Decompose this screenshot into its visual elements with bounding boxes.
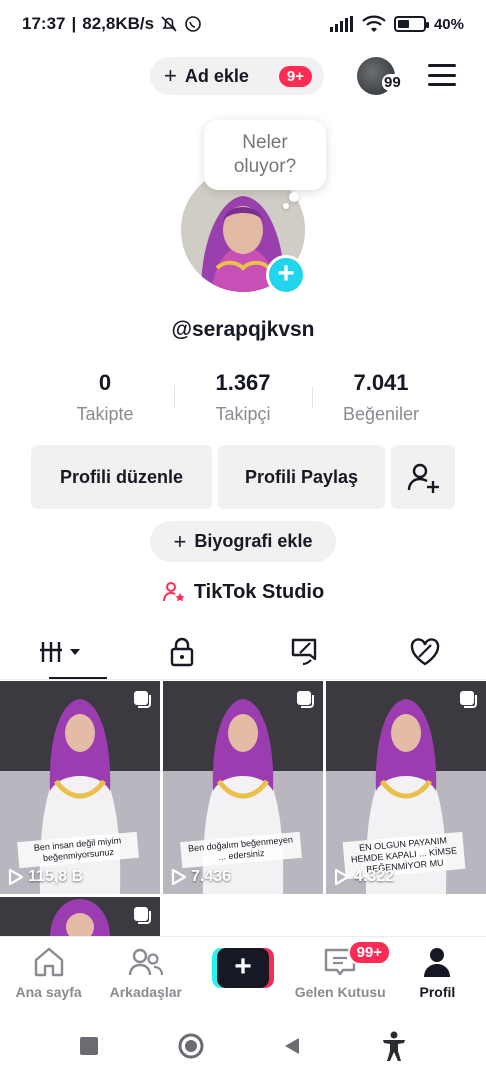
- username: @serapqjkvsn: [171, 318, 315, 341]
- home-icon: [34, 947, 63, 977]
- lock-icon: [171, 637, 194, 666]
- whatsapp-icon: [185, 16, 201, 32]
- system-nav-bar: [0, 1012, 486, 1080]
- add-bio-label: Biyografi ekle: [194, 531, 313, 551]
- video-tile[interactable]: Ben doğalım beğenmeyen ... edersiniz 7.4…: [163, 681, 323, 894]
- video-view-count: 4.322: [334, 868, 394, 886]
- bubble-tail-dot: [289, 192, 299, 202]
- tab-reposts[interactable]: [243, 624, 365, 679]
- battery-icon: [393, 16, 429, 32]
- play-icon: [334, 868, 350, 886]
- repost-icon: [291, 638, 316, 665]
- stat-likes-label: Beğeniler: [342, 404, 420, 424]
- plus-icon: +: [173, 528, 187, 554]
- wifi-icon: [362, 15, 386, 32]
- status-bar: 17:37 | 82,8KB/s 40%: [0, 0, 486, 48]
- accessibility-icon[interactable]: [380, 1030, 408, 1062]
- status-bubble-text: Neler oluyor?: [233, 132, 297, 177]
- liked-heart-icon: [411, 637, 440, 665]
- studio-user-star-icon: [162, 582, 185, 602]
- play-icon: [8, 868, 24, 886]
- tiktok-studio-link[interactable]: TikTok Studio: [0, 580, 486, 604]
- status-right: 40%: [329, 15, 464, 33]
- nav-inbox[interactable]: 99+ Gelen Kutusu: [292, 937, 392, 1012]
- stat-followers-label: Takipçi: [215, 404, 271, 424]
- add-avatar-plus-icon[interactable]: +: [266, 255, 306, 295]
- photo-mode-icon: [297, 691, 314, 708]
- play-icon: [171, 868, 187, 886]
- photo-mode-icon: [134, 691, 151, 708]
- nav-create[interactable]: +: [194, 937, 291, 1012]
- stat-followers[interactable]: 1.367 Takipçi: [174, 370, 312, 430]
- nav-profile[interactable]: Profil: [389, 937, 486, 1012]
- video-views: 115,8 B: [28, 868, 84, 885]
- photo-mode-icon: [134, 907, 151, 924]
- video-views: 4.322: [354, 868, 395, 885]
- account-switch-count: 99: [382, 74, 403, 91]
- video-tile[interactable]: EN OLGUN PAYANIM HEMDE KAPALI ... KİMSE …: [326, 681, 486, 894]
- mute-icon: [161, 16, 177, 32]
- back-icon[interactable]: [281, 1035, 303, 1057]
- stat-likes-value: 7.041: [353, 370, 409, 395]
- status-bubble[interactable]: Neler oluyor?: [204, 120, 326, 190]
- video-tile[interactable]: [0, 897, 160, 937]
- status-separator: |: [71, 14, 77, 33]
- share-profile-button[interactable]: Profili Paylaş: [218, 445, 385, 509]
- stat-following[interactable]: 0 Takipte: [36, 370, 174, 430]
- video-views: 7.436: [191, 868, 232, 885]
- add-friends-button[interactable]: [391, 445, 455, 509]
- tab-liked[interactable]: [365, 624, 486, 679]
- status-time: 17:37: [22, 14, 66, 33]
- add-user-icon: [407, 463, 439, 493]
- status-network-speed: 82,8KB/s: [82, 14, 155, 33]
- status-left: 17:37 | 82,8KB/s: [22, 14, 202, 34]
- tab-videos[interactable]: [0, 624, 122, 679]
- nav-friends[interactable]: Arkadaşlar: [97, 937, 194, 1012]
- stat-followers-value: 1.367: [215, 370, 271, 395]
- video-tile[interactable]: Ben insan değil miyim beğenmiyorsunuz 11…: [0, 681, 160, 894]
- home-circle-icon[interactable]: [177, 1032, 205, 1060]
- nav-home[interactable]: Ana sayfa: [0, 937, 97, 1012]
- friends-icon: [128, 948, 163, 976]
- photo-mode-icon: [460, 691, 477, 708]
- create-button[interactable]: +: [212, 948, 274, 988]
- nav-inbox-label: Gelen Kutusu: [294, 984, 386, 1000]
- menu-icon[interactable]: [428, 64, 456, 86]
- plus-icon: +: [164, 63, 177, 88]
- tab-private[interactable]: [122, 624, 244, 679]
- battery-percent: 40%: [433, 15, 464, 33]
- bottom-nav: Ana sayfa Arkadaşlar + 99+ Gelen Kutusu …: [0, 936, 486, 1012]
- nav-profile-label: Profil: [419, 984, 456, 1000]
- stat-likes[interactable]: 7.041 Beğeniler: [312, 370, 450, 430]
- bubble-tail-dot-small: [283, 203, 289, 209]
- inbox-badge: 99+: [347, 940, 392, 965]
- nav-home-label: Ana sayfa: [15, 984, 82, 1000]
- profile-stats: 0 Takipte 1.367 Takipçi 7.041 Beğeniler: [36, 370, 450, 430]
- tiktok-studio-label: TikTok Studio: [193, 580, 325, 603]
- stat-following-value: 0: [98, 370, 112, 395]
- plus-icon: +: [217, 948, 269, 988]
- add-bio-button[interactable]: + Biyografi ekle: [150, 521, 336, 562]
- video-view-count: 115,8 B: [8, 868, 83, 886]
- stat-following-label: Takipte: [76, 404, 134, 424]
- signal-icon: [329, 16, 353, 32]
- grid-icon: [39, 641, 80, 662]
- add-account-label: Ad ekle: [184, 65, 249, 86]
- profile-tabs: [0, 624, 486, 680]
- nav-friends-label: Arkadaşlar: [109, 984, 182, 1000]
- profile-icon: [424, 948, 451, 977]
- recents-icon[interactable]: [78, 1035, 100, 1057]
- add-account-badge: 9+: [278, 65, 312, 87]
- video-view-count: 7.436: [171, 868, 231, 886]
- edit-profile-button[interactable]: Profili düzenle: [31, 445, 212, 509]
- add-account-button[interactable]: + Ad ekle 9+: [150, 57, 324, 95]
